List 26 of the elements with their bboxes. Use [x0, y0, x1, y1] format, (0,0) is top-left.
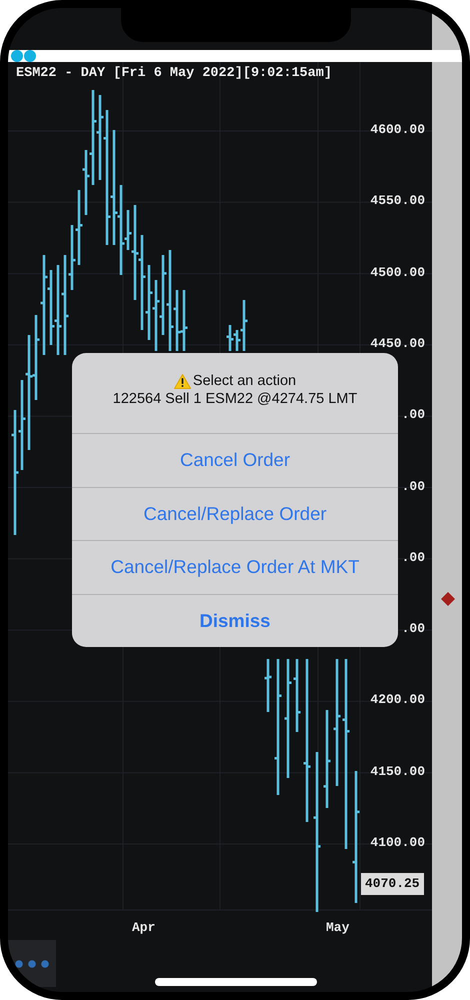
diamond-icon: [441, 592, 455, 606]
price-axis-label: 4150.00: [370, 764, 425, 780]
price-axis-label: .00: [402, 550, 425, 566]
current-price-label: 4070.25: [361, 873, 424, 895]
price-axis-label: .00: [402, 407, 425, 424]
date-axis-label: May: [326, 920, 350, 936]
alert-title: Select an action: [192, 373, 296, 389]
action-button[interactable]: Cancel Order: [72, 433, 398, 486]
price-axis-label: 4500.00: [370, 264, 425, 281]
price-axis-label: .00: [402, 621, 425, 638]
warning-icon: [174, 374, 191, 388]
price-axis-label: 4200.00: [370, 692, 425, 708]
price-axis-label: 4550.00: [370, 193, 425, 210]
price-axis-label: .00: [402, 478, 425, 494]
price-bar: [179, 288, 189, 352]
dots-icon: [15, 960, 49, 968]
action-button[interactable]: Cancel/Replace Order: [72, 486, 398, 540]
price-bar: [225, 324, 235, 352]
chart-title: ESM22 - DAY [Fri 6 May 2022][9:02:15am]: [16, 66, 332, 82]
date-axis-label: Apr: [132, 920, 156, 936]
dismiss-button[interactable]: Dismiss: [72, 594, 398, 647]
action-button[interactable]: Cancel/Replace Order At MKT: [72, 540, 398, 594]
price-axis-label: 4100.00: [370, 835, 425, 851]
alert-message: 122564 Sell 1 ESM22 @4274.75 LMT: [112, 391, 358, 407]
price-axis-label: 4600.00: [370, 122, 425, 138]
price-axis-label: 4450.00: [370, 336, 425, 352]
